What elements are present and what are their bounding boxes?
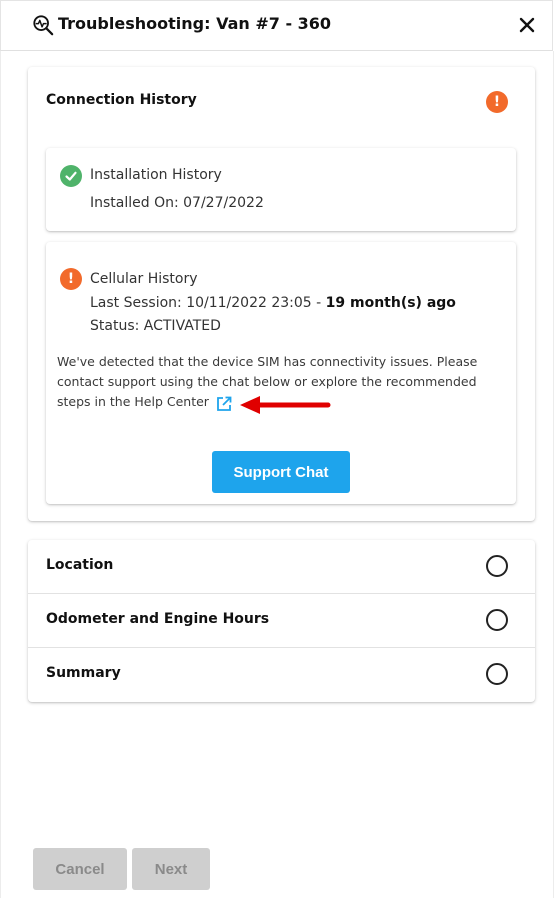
panel-right-border — [553, 51, 554, 898]
connectivity-message-line: steps in the Help Center — [57, 394, 209, 409]
installation-history-title: Installation History — [90, 167, 222, 183]
section-title: Odometer and Engine Hours — [46, 611, 270, 627]
last-session-ago: 19 month(s) ago — [325, 295, 456, 311]
annotation-arrow — [240, 396, 331, 414]
connectivity-message-line: contact support using the chat below or … — [57, 374, 477, 389]
warning-icon: ! — [60, 268, 82, 290]
cellular-history-title: Cellular History — [90, 271, 198, 287]
next-button[interactable]: Next — [132, 848, 210, 890]
connectivity-message-line: We've detected that the device SIM has c… — [57, 354, 478, 369]
status-text: Status: ACTIVATED — [90, 318, 221, 334]
diagnostic-magnifier-icon — [33, 15, 54, 36]
warning-icon: ! — [486, 91, 508, 113]
external-link-icon[interactable] — [215, 395, 233, 413]
pending-circle-icon — [486, 555, 508, 577]
section-row-summary[interactable]: Summary — [28, 648, 535, 702]
installation-history-card: Installation History Installed On: 07/27… — [46, 148, 516, 231]
pending-circle-icon — [486, 663, 508, 685]
panel-left-border — [0, 51, 1, 898]
last-session-text: Last Session: 10/11/2022 23:05 - 19 mont… — [90, 295, 456, 311]
last-session-date: Last Session: 10/11/2022 23:05 - — [90, 295, 326, 311]
dialog-title: Troubleshooting: Van #7 - 360 — [58, 14, 332, 33]
connection-history-title: Connection History — [46, 92, 197, 108]
cancel-button[interactable]: Cancel — [33, 848, 127, 890]
pending-circle-icon — [486, 609, 508, 631]
section-title: Location — [46, 557, 114, 573]
section-row-location[interactable]: Location — [28, 540, 535, 594]
section-title: Summary — [46, 665, 121, 681]
dialog-header: Troubleshooting: Van #7 - 360 — [0, 0, 553, 51]
support-chat-button[interactable]: Support Chat — [212, 451, 350, 493]
check-circle-icon — [60, 165, 82, 187]
section-row-odometer[interactable]: Odometer and Engine Hours — [28, 594, 535, 648]
installed-on-text: Installed On: 07/27/2022 — [90, 195, 264, 211]
close-icon[interactable] — [515, 13, 539, 37]
